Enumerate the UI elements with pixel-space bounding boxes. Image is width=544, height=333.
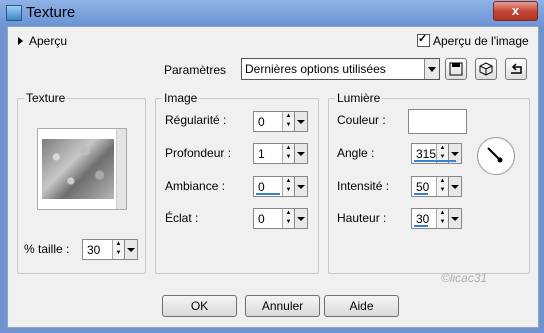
image-group: Image Régularité : 0 ▲ ▼ Profondeur : 1 ▲ ▼ … xyxy=(155,91,319,274)
depth-value: 1 xyxy=(258,147,265,161)
dialog-window: Texture x Aperçu Aperçu de l'image Param… xyxy=(0,0,544,333)
checkbox-checked-icon xyxy=(417,32,430,47)
intensity-stepper[interactable]: 50 ▲ ▼ xyxy=(411,176,462,197)
window-title: Texture xyxy=(26,4,76,21)
depth-stepper[interactable]: 1 ▲ ▼ xyxy=(253,143,308,164)
depth-label: Profondeur : xyxy=(165,146,232,160)
chevron-down-icon[interactable] xyxy=(294,209,307,228)
shine-stepper[interactable]: 0 ▲ ▼ xyxy=(253,208,308,229)
chevron-down-icon[interactable] xyxy=(294,177,307,196)
height-value: 30 xyxy=(416,212,430,226)
stepper-arrows-icon[interactable]: ▲ ▼ xyxy=(282,144,294,163)
chevron-down-icon[interactable] xyxy=(424,59,439,79)
texture-thumbnail-frame[interactable] xyxy=(37,128,127,210)
image-preview-checkbox[interactable]: Aperçu de l'image xyxy=(417,32,529,48)
angle-label: Angle : xyxy=(337,146,375,160)
angle-dial[interactable] xyxy=(477,137,515,175)
light-group: Lumière Couleur : Angle : 315 ▲ ▼ Intensit… xyxy=(328,91,530,274)
presets-label: Paramètres xyxy=(164,63,227,77)
watermark-text: ©licac31 xyxy=(441,271,488,285)
preview-expander-label: Aperçu xyxy=(29,34,68,48)
ambiance-value: 0 xyxy=(258,180,265,194)
intensity-value: 50 xyxy=(416,180,430,194)
help-button[interactable]: Aide xyxy=(324,295,399,317)
intensity-label: Intensité : xyxy=(337,179,390,193)
image-preview-label: Aperçu de l'image xyxy=(433,34,529,48)
presets-value: Dernières options utilisées xyxy=(245,62,386,76)
cancel-button[interactable]: Annuler xyxy=(245,295,320,317)
angle-slider-bar xyxy=(414,160,456,162)
light-color-swatch[interactable] xyxy=(408,109,467,134)
image-group-title: Image xyxy=(162,91,200,105)
stepper-arrows-icon[interactable]: ▲ ▼ xyxy=(436,209,448,228)
regularity-stepper[interactable]: 0 ▲ ▼ xyxy=(253,111,308,132)
shine-label: Éclat : xyxy=(165,211,199,225)
dial-needle-icon xyxy=(487,147,503,163)
ambiance-slider-bar xyxy=(256,193,280,195)
texture-group: Texture % taille : 30 ▲ ▼ xyxy=(17,91,146,274)
texture-swatch xyxy=(42,139,114,199)
preset-library-button[interactable] xyxy=(475,58,497,80)
chevron-down-icon[interactable] xyxy=(294,144,307,163)
preview-expander[interactable]: Aperçu xyxy=(18,34,67,48)
height-label: Hauteur : xyxy=(337,211,387,225)
cube-icon xyxy=(479,62,493,76)
stepper-arrows-icon[interactable]: ▲ ▼ xyxy=(112,240,124,259)
shine-value: 0 xyxy=(258,212,265,226)
size-label: % taille : xyxy=(24,242,70,256)
reset-preset-button[interactable] xyxy=(505,58,527,80)
chevron-down-icon[interactable] xyxy=(124,240,137,259)
height-slider-bar xyxy=(414,225,428,227)
stepper-arrows-icon[interactable]: ▲ ▼ xyxy=(282,177,294,196)
ambiance-label: Ambiance : xyxy=(165,179,226,193)
expand-arrow-icon xyxy=(18,37,23,45)
angle-value: 315 xyxy=(416,147,437,161)
dialog-body: Aperçu Aperçu de l'image Paramètres Dern… xyxy=(7,26,539,328)
chevron-down-icon[interactable] xyxy=(448,177,461,196)
stepper-arrows-icon[interactable]: ▲ ▼ xyxy=(282,209,294,228)
thumbnail-scrollbar[interactable] xyxy=(116,129,126,209)
stepper-arrows-icon[interactable]: ▲ ▼ xyxy=(436,177,448,196)
chevron-down-icon[interactable] xyxy=(294,112,307,131)
size-stepper[interactable]: 30 ▲ ▼ xyxy=(82,239,138,260)
floppy-icon xyxy=(449,62,463,76)
texture-group-title: Texture xyxy=(24,91,68,105)
color-label: Couleur : xyxy=(337,113,386,127)
height-stepper[interactable]: 30 ▲ ▼ xyxy=(411,208,462,229)
ambiance-stepper[interactable]: 0 ▲ ▼ xyxy=(253,176,308,197)
ok-button[interactable]: OK xyxy=(162,295,237,317)
close-button[interactable]: x xyxy=(493,1,538,21)
regularity-value: 0 xyxy=(258,115,265,129)
app-icon xyxy=(6,5,22,21)
save-preset-button[interactable] xyxy=(445,58,467,80)
light-group-title: Lumière xyxy=(335,91,383,105)
presets-dropdown[interactable]: Dernières options utilisées xyxy=(241,58,440,80)
title-bar[interactable]: Texture x xyxy=(0,0,544,26)
size-value: 30 xyxy=(87,243,101,257)
chevron-down-icon[interactable] xyxy=(448,209,461,228)
stepper-arrows-icon[interactable]: ▲ ▼ xyxy=(282,112,294,131)
intensity-slider-bar xyxy=(414,193,428,195)
regularity-label: Régularité : xyxy=(165,113,227,127)
angle-stepper[interactable]: 315 ▲ ▼ xyxy=(411,143,462,164)
reset-arrow-icon xyxy=(511,63,522,74)
